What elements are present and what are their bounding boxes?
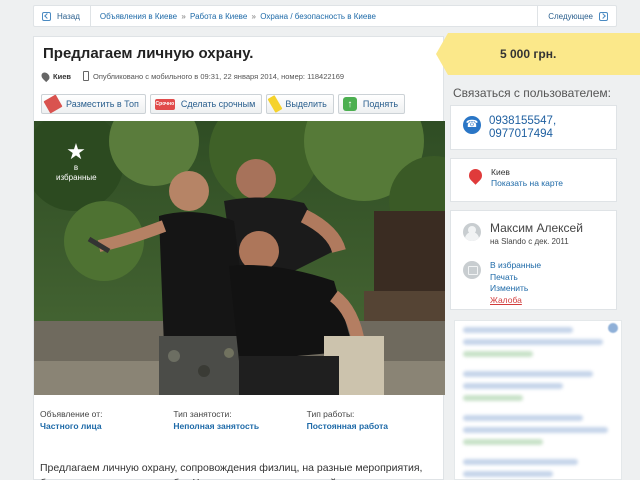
raise-label: Поднять: [362, 99, 399, 109]
map-pin-icon: [466, 166, 485, 185]
favorite-button[interactable]: ★ в избранные: [56, 139, 97, 183]
user-links: В избранные Печать Изменить Жалоба: [490, 260, 541, 306]
ad-line: [463, 339, 603, 345]
ad-info-icon[interactable]: [608, 323, 618, 333]
user-since: на Slando с дек. 2011: [490, 237, 569, 246]
ad-line: [463, 327, 573, 333]
param-employment-type: Тип занятости: Неполная занятость: [173, 409, 306, 431]
listing-card: Предлагаем личную охрану. Киев Опубликов…: [33, 36, 445, 480]
location-box: Киев Показать на карте: [450, 158, 617, 202]
phone-number[interactable]: 0977017494: [489, 128, 556, 141]
breadcrumb-item-ads[interactable]: Объявления в Киеве: [100, 12, 177, 21]
breadcrumb-separator: »: [181, 11, 186, 21]
back-button[interactable]: Назад: [34, 6, 91, 26]
highlight-label: Выделить: [285, 99, 327, 109]
user-name[interactable]: Максим Алексей: [490, 221, 583, 235]
make-urgent-label: Сделать срочным: [180, 99, 256, 109]
promo-actions: Разместить в Топ Срочно Сделать срочным …: [41, 94, 406, 114]
listing-city: Киев: [53, 71, 71, 81]
mobile-phone-icon: [82, 71, 89, 81]
ad-line: [463, 459, 578, 465]
promote-top-button[interactable]: Разместить в Топ: [41, 94, 146, 114]
location-text: Киев Показать на карте: [491, 167, 563, 189]
favorite-label: в избранные: [56, 163, 97, 182]
price-tag: 5 000 грн.: [436, 33, 640, 75]
breadcrumb-item-work[interactable]: Работа в Киеве: [190, 12, 247, 21]
ad-line: [463, 439, 543, 445]
raise-button[interactable]: ↑ Поднять: [337, 94, 406, 114]
phone-number[interactable]: 0938155547,: [489, 115, 556, 128]
report-link[interactable]: Жалоба: [490, 295, 541, 307]
published-info: Опубликовано с мобильного в 09:31, 22 ян…: [92, 71, 345, 81]
ad-line: [463, 371, 593, 377]
param-value[interactable]: Неполная занятость: [173, 421, 259, 431]
ad-line: [463, 351, 533, 357]
print-link[interactable]: Печать: [490, 272, 541, 284]
back-label: Назад: [57, 11, 80, 21]
ad-line: [463, 383, 563, 389]
add-favorite-link[interactable]: В избранные: [490, 260, 541, 272]
breadcrumb-bar: Назад Объявления в Киеве » Работа в Киев…: [33, 5, 617, 27]
next-label: Следующее: [548, 11, 593, 21]
param-value[interactable]: Постоянная работа: [307, 421, 388, 431]
listing-photo[interactable]: ★ в избранные: [34, 121, 445, 395]
phone-numbers: 0938155547, 0977017494: [489, 115, 556, 141]
chevron-left-icon: [42, 11, 51, 21]
param-posted-by: Объявление от: Частного лица: [40, 409, 173, 431]
user-box: Максим Алексей на Slando с дек. 2011 В и…: [450, 210, 617, 310]
phone-icon: ☎: [463, 116, 481, 134]
show-map-link[interactable]: Показать на карте: [491, 178, 563, 189]
make-urgent-button[interactable]: Срочно Сделать срочным: [149, 94, 263, 114]
param-label: Тип занятости:: [173, 409, 232, 419]
share-icon: [463, 261, 481, 279]
phone-box[interactable]: ☎ 0938155547, 0977017494: [450, 105, 617, 150]
next-button[interactable]: Следующее: [537, 6, 616, 26]
location-pin-icon: [39, 70, 52, 82]
contact-heading: Связаться с пользователем:: [453, 86, 611, 100]
chevron-right-icon: [599, 11, 608, 21]
listing-params: Объявление от: Частного лица Тип занятос…: [40, 409, 440, 431]
ad-block[interactable]: [454, 320, 622, 480]
ad-line: [463, 415, 583, 421]
param-value[interactable]: Частного лица: [40, 421, 102, 431]
top-icon: [43, 94, 63, 114]
listing-meta: Киев Опубликовано с мобильного в 09:31, …: [39, 70, 345, 82]
breadcrumb-item-security[interactable]: Охрана / безопасность в Киеве: [260, 12, 376, 21]
raise-icon: ↑: [342, 97, 357, 111]
star-icon: ★: [66, 139, 86, 164]
promote-top-label: Разместить в Топ: [66, 99, 139, 109]
param-label: Тип работы:: [306, 409, 355, 419]
ad-line: [463, 471, 553, 477]
ad-line: [463, 395, 523, 401]
location-city: Киев: [491, 167, 510, 177]
edit-link[interactable]: Изменить: [490, 283, 541, 295]
avatar: [463, 223, 481, 241]
listing-description: Предлагаем личную охрану, сопровождения …: [40, 462, 423, 480]
param-work-type: Тип работы: Постоянная работа: [307, 409, 440, 431]
page-title: Предлагаем личную охрану.: [43, 45, 254, 62]
param-label: Объявление от:: [40, 409, 103, 419]
breadcrumb: Объявления в Киеве » Работа в Киеве » Ох…: [91, 12, 537, 21]
highlight-button[interactable]: Выделить: [266, 94, 334, 114]
highlight-icon: [267, 95, 283, 113]
urgent-icon: Срочно: [154, 98, 175, 110]
ad-line: [463, 427, 608, 433]
breadcrumb-separator: »: [251, 11, 256, 21]
